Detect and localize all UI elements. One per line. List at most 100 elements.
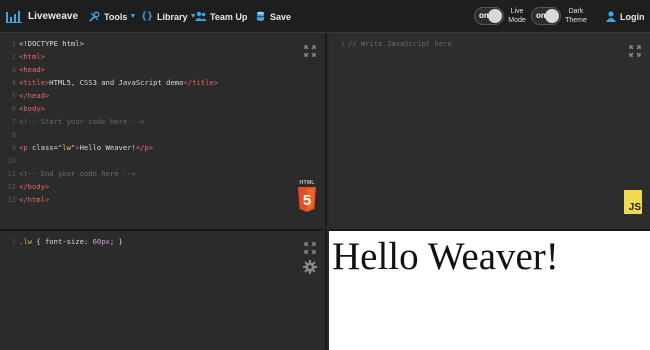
line-number: 4: [11, 78, 16, 87]
code-token: font-size:: [44, 237, 89, 246]
code-token: ; }: [109, 237, 123, 246]
braces-icon: {}: [141, 11, 154, 22]
save-button[interactable]: Save: [256, 0, 291, 33]
chevron-down-icon: ▼: [129, 13, 137, 20]
code-line: 1 <!DOCTYPE html>: [0, 37, 290, 50]
code-line: 11 <!-- End your code here -->: [0, 167, 290, 180]
line-number: 6: [11, 104, 16, 113]
line-number: 12: [7, 182, 16, 191]
liveweave-logo-icon: [6, 10, 22, 23]
code-token: HTML5, CSS3 and JavaScript demo: [49, 78, 184, 87]
code-token: <p: [19, 143, 32, 152]
code-line: 9 <p class="lw">Hello Weaver!</p>: [0, 141, 290, 154]
login-label: Login: [620, 11, 645, 22]
css-editor-panel[interactable]: 1 .lw { font-size: 60px; }: [0, 229, 327, 350]
preview-output-text: Hello Weaver!: [332, 235, 559, 278]
code-line: 4 <title>HTML5, CSS3 and JavaScript demo<…: [0, 76, 290, 89]
gear-icon[interactable]: [303, 260, 317, 279]
code-token: <!DOCTYPE html>: [19, 39, 84, 48]
code-token: <title>: [19, 78, 50, 87]
toggle-knob: [545, 9, 559, 23]
team-up-button[interactable]: Team Up: [195, 0, 247, 33]
code-line: 2 <html>: [0, 50, 290, 63]
code-token: </title>: [183, 78, 219, 87]
code-line: 12 </body>: [0, 180, 290, 193]
save-icon: [256, 11, 265, 22]
code-line: 13 </html>: [0, 193, 290, 206]
js-editor-panel[interactable]: 1// Write JavaScript here: [329, 33, 650, 227]
code-token: </head>: [19, 91, 50, 100]
code-token: .lw: [19, 237, 32, 246]
code-line: 5 </head>: [0, 89, 290, 102]
line-number: 1: [340, 39, 345, 48]
html5-badge-number: 5: [303, 192, 311, 209]
js-badge-icon: JS: [624, 190, 642, 214]
tools-menu[interactable]: Tools ▼: [89, 0, 136, 33]
line-number: 8: [11, 130, 16, 139]
code-line: 1// Write JavaScript here: [329, 37, 619, 50]
html5-badge-icon: HTML 5: [297, 178, 317, 214]
line-number: 13: [7, 195, 16, 204]
js-badge-label: JS: [628, 202, 641, 213]
user-icon: [606, 11, 616, 22]
code-token: class=: [31, 143, 58, 152]
code-token: <!-- End your code here -->: [19, 169, 136, 178]
team-up-label: Team Up: [210, 11, 248, 22]
code-token: <body>: [19, 104, 45, 113]
line-number: 1: [11, 39, 16, 48]
line-number: 9: [11, 143, 16, 152]
code-token: <html>: [19, 52, 45, 61]
line-number: 11: [7, 169, 16, 178]
code-token: <head>: [19, 65, 45, 74]
brand-link[interactable]: Liveweave: [6, 0, 78, 33]
dark-theme-label-line1: Dark: [568, 8, 584, 15]
toggle-knob: [488, 9, 502, 23]
css-code-area[interactable]: 1 .lw { font-size: 60px; }: [0, 235, 290, 248]
code-line: 6 <body>: [0, 102, 290, 115]
dark-theme-toggle[interactable]: on: [531, 7, 561, 25]
library-menu[interactable]: {} Library ▼: [141, 0, 197, 33]
preview-panel: Hello Weaver!: [329, 229, 650, 350]
brand-name: Liveweave: [28, 11, 79, 22]
html-editor-panel[interactable]: 1 <!DOCTYPE html> 2 <html> 3 <head> 4 <title>HT…: [0, 33, 327, 227]
code-token: <!-- Start your code here -->: [19, 117, 145, 126]
html5-badge-top: HTML: [299, 180, 315, 186]
dark-theme-label: Dark Theme: [563, 7, 589, 25]
live-mode-label-line2: Mode: [508, 17, 526, 24]
login-button[interactable]: Login: [606, 0, 645, 33]
expand-icon[interactable]: [304, 241, 316, 254]
live-mode-toggle[interactable]: on: [474, 7, 504, 25]
line-number: 2: [11, 52, 16, 61]
code-line: 7 <!-- Start your code here -->: [0, 115, 290, 128]
save-label: Save: [270, 11, 292, 22]
live-mode-label-line1: Live: [510, 8, 524, 15]
top-bar: Liveweave Tools ▼ {} Library ▼ Team Up S…: [0, 0, 650, 33]
code-line: 10: [0, 154, 290, 167]
js-code-area[interactable]: 1// Write JavaScript here: [329, 37, 619, 50]
dark-theme-label-line2: Theme: [565, 17, 587, 24]
team-icon: [195, 11, 207, 22]
code-token: // Write JavaScript here: [348, 39, 452, 48]
html-code-area[interactable]: 1 <!DOCTYPE html> 2 <html> 3 <head> 4 <title>HT…: [0, 37, 290, 206]
code-token: "lw": [57, 143, 76, 152]
line-number: 10: [7, 156, 16, 165]
code-token: Hello Weaver!: [79, 143, 136, 152]
live-mode-label: Live Mode: [506, 7, 528, 25]
code-token: </html>: [19, 195, 50, 204]
line-number: 1: [11, 237, 16, 246]
code-line: 1 .lw { font-size: 60px; }: [0, 235, 290, 248]
code-token: </body>: [19, 182, 50, 191]
tools-icon: [89, 11, 100, 22]
line-number: 5: [11, 91, 16, 100]
code-line: 8: [0, 128, 290, 141]
code-line: 3 <head>: [0, 63, 290, 76]
code-token: {: [31, 237, 45, 246]
tools-label: Tools: [104, 11, 128, 22]
line-number: 7: [11, 117, 16, 126]
library-label: Library: [157, 11, 188, 22]
code-token: </p>: [135, 143, 154, 152]
expand-icon[interactable]: [629, 44, 641, 57]
line-number: 3: [11, 65, 16, 74]
code-token: 60px: [88, 237, 110, 246]
expand-icon[interactable]: [304, 44, 316, 57]
